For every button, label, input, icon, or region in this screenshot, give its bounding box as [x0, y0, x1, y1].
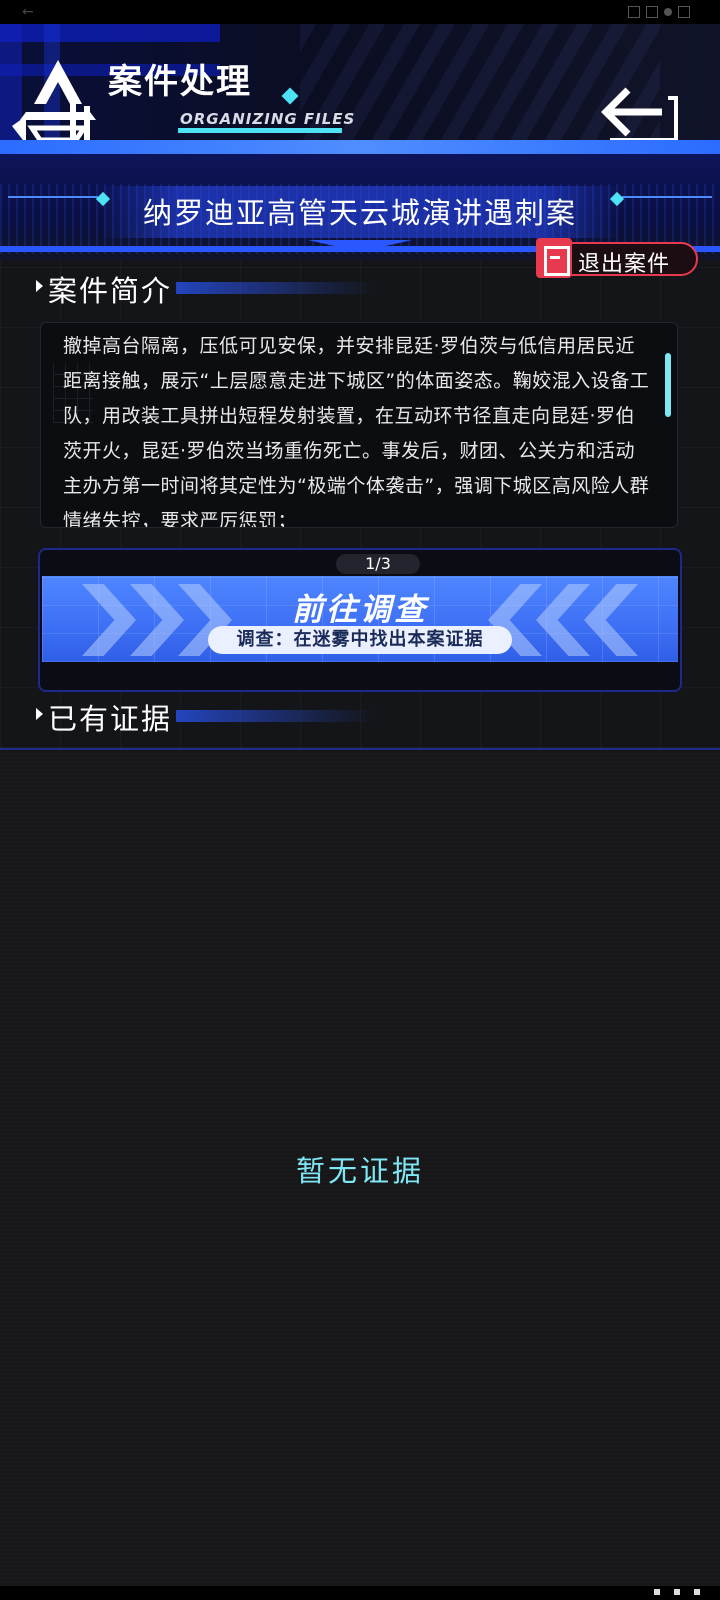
case-summary-text: 撤掉高台隔离，压低可见安保，并安排昆廷·罗伯茨与低信用居民近距离接触，展示“上层…	[63, 335, 650, 528]
title-diamond-icon	[281, 87, 299, 105]
investigation-pager: 1/3	[336, 554, 420, 574]
exit-case-button[interactable]: 退出案件	[536, 238, 700, 280]
go-investigate-label: 前往调查	[292, 592, 428, 628]
app-logo-icon	[12, 60, 96, 140]
document-exit-icon	[536, 238, 572, 278]
page-title: 案件处理	[108, 62, 252, 102]
evidence-section-header: 已有证据	[36, 696, 376, 736]
status-box-icon	[678, 6, 690, 18]
status-bar: ←	[0, 0, 720, 24]
page-subtitle: ORGANIZING FILES	[180, 110, 356, 128]
case-summary-box[interactable]: 撤掉高台隔离，压低可见安保，并安排昆廷·罗伯茨与低信用居民近距离接触，展示“上层…	[40, 322, 678, 528]
investigation-card: 1/3 前往调查 调查：在迷雾中找出本案证据	[38, 548, 682, 692]
investigation-hint: 调查：在迷雾中找出本案证据	[208, 626, 512, 654]
summary-heading: 案件简介	[48, 274, 173, 308]
return-arrow-icon[interactable]	[598, 80, 688, 140]
title-underline	[178, 128, 342, 133]
banner-top-line	[0, 140, 720, 154]
go-investigate-button[interactable]: 前往调查 调查：在迷雾中找出本案证据	[42, 576, 678, 662]
section-bar	[176, 282, 376, 294]
bottom-dots	[654, 1589, 700, 1595]
status-icons	[628, 6, 690, 18]
summary-section-header: 案件简介	[36, 268, 376, 308]
header-bar: 案件处理 ORGANIZING FILES	[0, 24, 720, 140]
status-dot-icon	[664, 8, 672, 16]
bottom-bar	[0, 1586, 720, 1600]
evidence-heading: 已有证据	[48, 702, 173, 736]
section-triangle-icon	[36, 708, 43, 720]
summary-scrollbar[interactable]	[665, 353, 671, 417]
bottom-dot-icon	[694, 1589, 700, 1595]
status-box-icon	[646, 6, 658, 18]
bottom-dot-icon	[674, 1589, 680, 1595]
section-triangle-icon	[36, 280, 43, 292]
case-processing-screen: ← 案件处理 ORGANIZING FILES 纳罗迪亚高管天云城演讲遇刺案 退…	[0, 0, 720, 1600]
case-title: 纳罗迪亚高管天云城演讲遇刺案	[142, 196, 577, 230]
section-bar	[176, 710, 376, 722]
no-evidence-text: 暂无证据	[295, 1154, 424, 1188]
bottom-dot-icon	[654, 1589, 660, 1595]
exit-case-label: 退出案件	[578, 252, 671, 277]
status-back-icon: ←	[22, 4, 34, 20]
status-box-icon	[628, 6, 640, 18]
